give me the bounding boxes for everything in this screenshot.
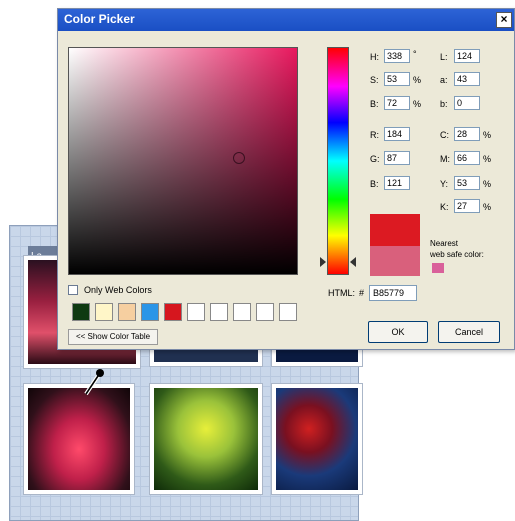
- r-label: R:: [370, 130, 379, 140]
- y-input[interactable]: 53: [454, 176, 480, 190]
- thumbnail-image[interactable]: [24, 384, 134, 494]
- html-label: HTML:: [328, 288, 355, 298]
- palette-swatch[interactable]: [72, 303, 90, 321]
- a-label: a:: [440, 75, 448, 85]
- nearest-web-safe-label: Nearest web safe color:: [430, 239, 484, 259]
- hue-slider-left-arrow-icon[interactable]: [320, 257, 326, 267]
- lab-b-input[interactable]: 0: [454, 96, 480, 110]
- h-label: H:: [370, 52, 379, 62]
- m-unit: %: [483, 154, 492, 164]
- s-label: S:: [370, 75, 379, 85]
- thumbnail-image[interactable]: [272, 384, 362, 494]
- h-unit: °: [413, 49, 417, 59]
- blue-label: B:: [370, 179, 379, 189]
- only-web-colors-label: Only Web Colors: [84, 285, 152, 295]
- c-input[interactable]: 28: [454, 127, 480, 141]
- k-unit: %: [483, 202, 492, 212]
- thumbnail-image[interactable]: [150, 384, 262, 494]
- show-color-table-button[interactable]: << Show Color Table: [68, 329, 158, 345]
- palette-swatch[interactable]: [95, 303, 113, 321]
- r-input[interactable]: 184: [384, 127, 410, 141]
- k-label: K:: [440, 202, 449, 212]
- color-selector-cursor[interactable]: [233, 152, 245, 164]
- s-input[interactable]: 53: [384, 72, 410, 86]
- palette-swatch[interactable]: [233, 303, 251, 321]
- c-unit: %: [483, 130, 492, 140]
- dialog-title: Color Picker: [64, 12, 135, 26]
- saturation-brightness-field[interactable]: [68, 47, 298, 275]
- dialog-titlebar[interactable]: Color Picker ×: [58, 9, 514, 31]
- y-label: Y:: [440, 179, 449, 189]
- g-label: G:: [370, 154, 380, 164]
- cancel-button[interactable]: Cancel: [438, 321, 500, 343]
- eyedropper-icon: [84, 369, 104, 396]
- html-hex-input[interactable]: B85779: [369, 285, 417, 301]
- color-picker-dialog: Color Picker × H: 338 ° S: 53 % B: 72 % …: [57, 8, 515, 350]
- palette-swatch[interactable]: [187, 303, 205, 321]
- blue-input[interactable]: 121: [384, 176, 410, 190]
- b-label: B:: [370, 99, 379, 109]
- y-unit: %: [483, 179, 492, 189]
- hue-slider[interactable]: [327, 47, 349, 275]
- l-input[interactable]: 124: [454, 49, 480, 63]
- b-input[interactable]: 72: [384, 96, 410, 110]
- palette-swatch[interactable]: [118, 303, 136, 321]
- k-input[interactable]: 27: [454, 199, 480, 213]
- m-label: M:: [440, 154, 450, 164]
- palette-swatch[interactable]: [141, 303, 159, 321]
- h-input[interactable]: 338: [384, 49, 410, 63]
- l-label: L:: [440, 52, 448, 62]
- hash-symbol: #: [359, 288, 365, 298]
- s-unit: %: [413, 75, 422, 85]
- nearest-web-safe-swatch[interactable]: [432, 263, 444, 273]
- palette-swatch[interactable]: [256, 303, 274, 321]
- close-button[interactable]: ×: [496, 12, 512, 28]
- c-label: C:: [440, 130, 449, 140]
- b-unit: %: [413, 99, 422, 109]
- palette-swatch[interactable]: [279, 303, 297, 321]
- lab-b-label: b:: [440, 99, 448, 109]
- hue-slider-right-arrow-icon[interactable]: [350, 257, 356, 267]
- color-palette: [68, 299, 298, 323]
- g-input[interactable]: 87: [384, 151, 410, 165]
- only-web-colors-checkbox[interactable]: [68, 285, 78, 295]
- m-input[interactable]: 66: [454, 151, 480, 165]
- original-color-swatch[interactable]: [370, 246, 420, 276]
- palette-swatch[interactable]: [164, 303, 182, 321]
- new-color-swatch: [370, 214, 420, 246]
- palette-swatch[interactable]: [210, 303, 228, 321]
- ok-button[interactable]: OK: [368, 321, 428, 343]
- a-input[interactable]: 43: [454, 72, 480, 86]
